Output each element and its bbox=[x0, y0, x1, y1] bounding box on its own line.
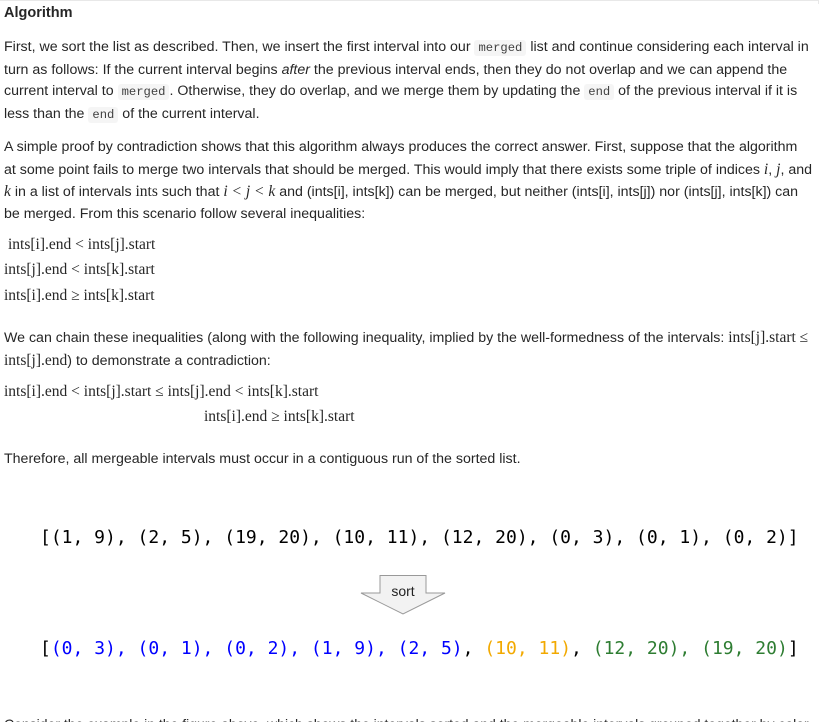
code-merged: merged bbox=[117, 84, 170, 100]
merged-group-orange: (10, 11) bbox=[484, 638, 572, 659]
inequality-1: ints[i].end < ints[j].start bbox=[8, 236, 156, 253]
merged-group-blue: (0, 3), (0, 1), (0, 2), (1, 9), (2, 5) bbox=[50, 638, 463, 659]
paragraph-proof: A simple proof by contradiction shows th… bbox=[4, 139, 812, 222]
section-heading: Algorithm bbox=[4, 5, 73, 21]
inequality-3: ints[i].end ≥ ints[k].start bbox=[4, 287, 155, 304]
paragraph-conclusion: Therefore, all mergeable intervals must … bbox=[4, 451, 521, 467]
merged-group-green: (12, 20), (19, 20) bbox=[592, 638, 788, 659]
sort-label: sort bbox=[391, 583, 415, 599]
code-merged: merged bbox=[474, 40, 527, 56]
code-end: end bbox=[88, 106, 119, 123]
top-divider bbox=[0, 0, 819, 1]
code-end: end bbox=[584, 84, 615, 100]
chain-inequality-2: ints[i].end ≥ ints[k].start bbox=[204, 408, 355, 425]
paragraph-next-cutoff: Consider the example in the figure above… bbox=[4, 711, 814, 722]
chain-inequality: ints[i].end < ints[j].start ≤ ints[j].en… bbox=[4, 383, 319, 400]
unsorted-intervals: [(1, 9), (2, 5), (19, 20), (10, 11), (12… bbox=[40, 527, 799, 548]
sort-arrow: sort bbox=[358, 575, 448, 615]
paragraph-chain: We can chain these inequalities (along w… bbox=[4, 329, 809, 369]
inequality-2: ints[j].end < ints[k].start bbox=[4, 261, 155, 278]
paragraph-algorithm: First, we sort the list as described. Th… bbox=[4, 39, 809, 123]
sorted-intervals: [(0, 3), (0, 1), (0, 2), (1, 9), (2, 5),… bbox=[40, 638, 799, 659]
